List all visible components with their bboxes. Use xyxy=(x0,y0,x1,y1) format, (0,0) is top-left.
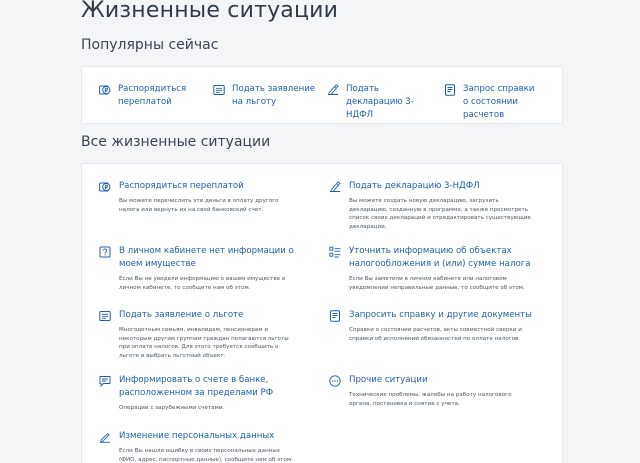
situation-foreign-bank-account[interactable]: Информировать о счете в банке, расположе… xyxy=(99,374,299,413)
situation-clarify-tax-info[interactable]: Уточнить информацию об объектах налогооб… xyxy=(329,245,534,292)
situation-description: Если Вы не увидели информацию о вашем им… xyxy=(119,276,286,291)
page-title: Жизненные ситуации xyxy=(81,0,339,23)
ruble-coin-icon xyxy=(99,181,111,193)
popular-item-label: Запрос справки о состоянии расчетов xyxy=(463,84,535,120)
ruble-coin-icon xyxy=(99,84,111,96)
situation-description: Если Вы заметили в личном кабинете или н… xyxy=(349,276,525,291)
chat-icon xyxy=(99,375,111,387)
situation-description: Если Вы нашли ошибку в своих персональны… xyxy=(119,448,293,463)
question-icon xyxy=(99,246,111,258)
situation-description: Справки о состоянии расчетов, акты совме… xyxy=(349,327,522,342)
situation-title: Подать декларацию 3-НДФЛ xyxy=(349,181,480,191)
situation-declaration[interactable]: Подать декларацию 3-НДФЛ Вы можете созда… xyxy=(329,180,534,231)
situation-title: Изменение персональных данных xyxy=(119,431,275,441)
situation-description: Вы можете создать новую декларацию, загр… xyxy=(349,198,531,230)
document-list-icon xyxy=(99,310,111,322)
situation-description: Технические проблемы, жалобы на работу н… xyxy=(349,392,512,407)
all-situations-card: Распорядиться переплатой Вы можете переч… xyxy=(81,163,563,463)
popular-item-benefit[interactable]: Подать заявление на льготу xyxy=(213,83,318,109)
popular-card: Распорядиться переплатой Подать заявлени… xyxy=(81,66,563,124)
situation-title: Запросить справку и другие документы xyxy=(349,310,532,320)
situation-description: Многодетным семьям, инвалидам, пенсионер… xyxy=(119,327,289,359)
situation-description: Операции с зарубежными счетами. xyxy=(119,405,225,411)
situation-no-property-info[interactable]: В личном кабинете нет информации о моем … xyxy=(99,245,299,292)
declaration-icon xyxy=(327,84,339,96)
certificate-icon xyxy=(329,310,341,322)
declaration-icon xyxy=(329,181,341,193)
popular-item-label: Подать декларацию 3-НДФЛ xyxy=(346,84,414,120)
checklist-icon xyxy=(329,246,341,258)
certificate-icon xyxy=(444,84,456,96)
all-section-title: Все жизненные ситуации xyxy=(81,134,271,150)
situation-request-documents[interactable]: Запросить справку и другие документы Спр… xyxy=(329,309,534,343)
situation-title: Уточнить информацию об объектах налогооб… xyxy=(349,246,531,269)
situation-title: Подать заявление о льготе xyxy=(119,310,244,320)
popular-item-declaration[interactable]: Подать декларацию 3-НДФЛ xyxy=(327,83,432,122)
pencil-icon xyxy=(99,431,111,443)
situation-title: Прочие ситуации xyxy=(349,375,428,385)
popular-item-label: Подать заявление на льготу xyxy=(232,84,316,107)
popular-item-overpayment[interactable]: Распорядиться переплатой xyxy=(99,83,204,109)
situation-title: Информировать о счете в банке, расположе… xyxy=(119,375,274,398)
situation-overpayment[interactable]: Распорядиться переплатой Вы можете переч… xyxy=(99,180,299,214)
situation-other[interactable]: Прочие ситуации Технические проблемы, жа… xyxy=(329,374,534,408)
popular-item-label: Распорядиться переплатой xyxy=(118,84,187,107)
situation-benefit-application[interactable]: Подать заявление о льготе Многодетным се… xyxy=(99,309,299,360)
more-icon xyxy=(329,375,341,387)
situation-description: Вы можете перечислить эти деньги в оплат… xyxy=(119,198,279,213)
popular-section-title: Популярны сейчас xyxy=(81,37,219,53)
situation-title: Распорядиться переплатой xyxy=(119,181,244,191)
document-list-icon xyxy=(213,84,225,96)
situation-personal-data[interactable]: Изменение персональных данных Если Вы на… xyxy=(99,430,299,463)
situation-title: В личном кабинете нет информации о моем … xyxy=(119,246,294,269)
popular-item-certificate[interactable]: Запрос справки о состоянии расчетов xyxy=(444,83,541,122)
